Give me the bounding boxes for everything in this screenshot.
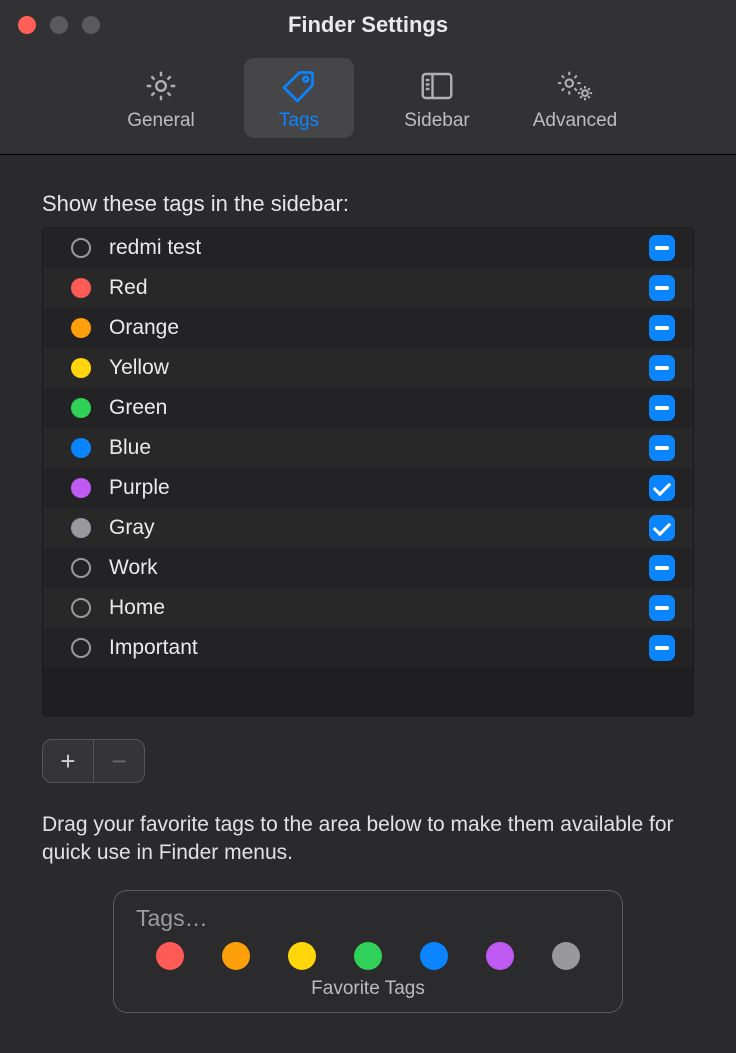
tab-advanced[interactable]: Advanced — [520, 58, 630, 138]
tag-color-swatch — [71, 318, 91, 338]
tab-tags[interactable]: Tags — [244, 58, 354, 138]
tag-name-label: Home — [109, 596, 649, 620]
tag-name-label: Green — [109, 396, 649, 420]
tag-color-swatch — [71, 238, 91, 258]
tag-name-label: Important — [109, 636, 649, 660]
tag-name-label: Orange — [109, 316, 649, 340]
show-in-sidebar-checkbox[interactable] — [649, 635, 675, 661]
favorite-tags-well[interactable]: Tags… Favorite Tags — [113, 890, 623, 1013]
tag-row[interactable]: Yellow — [43, 348, 693, 388]
tag-name-label: Purple — [109, 476, 649, 500]
tag-name-label: Yellow — [109, 356, 649, 380]
favorite-tag-dot[interactable] — [486, 942, 514, 970]
show-in-sidebar-checkbox[interactable] — [649, 595, 675, 621]
tag-color-swatch — [71, 438, 91, 458]
tag-row[interactable]: Green — [43, 388, 693, 428]
show-in-sidebar-checkbox[interactable] — [649, 435, 675, 461]
show-in-sidebar-checkbox[interactable] — [649, 355, 675, 381]
tag-name-label: Red — [109, 276, 649, 300]
tag-list[interactable]: redmi test Red Orange Yellow Green Blue Purple… — [42, 227, 694, 717]
favorite-tag-dot[interactable] — [156, 942, 184, 970]
section-label: Show these tags in the sidebar: — [42, 191, 694, 217]
tag-row[interactable]: Orange — [43, 308, 693, 348]
tag-row[interactable]: Red — [43, 268, 693, 308]
tab-label: General — [127, 110, 195, 132]
tab-general[interactable]: General — [106, 58, 216, 138]
favorite-tag-dot[interactable] — [288, 942, 316, 970]
close-window-button[interactable] — [18, 16, 36, 34]
show-in-sidebar-checkbox[interactable] — [649, 395, 675, 421]
tag-row[interactable]: Purple — [43, 468, 693, 508]
tag-name-label: Gray — [109, 516, 649, 540]
tag-name-label: Work — [109, 556, 649, 580]
gear-icon — [141, 66, 181, 106]
settings-toolbar: General Tags Sidebar — [0, 50, 736, 155]
favorites-hint: Drag your favorite tags to the area belo… — [42, 811, 694, 868]
favorite-tag-dot[interactable] — [552, 942, 580, 970]
tag-name-label: redmi test — [109, 236, 649, 260]
zoom-window-button[interactable] — [82, 16, 100, 34]
gears-icon — [555, 66, 595, 106]
tag-row[interactable]: redmi test — [43, 228, 693, 268]
tag-icon — [279, 66, 319, 106]
sidebar-icon — [417, 66, 457, 106]
window-title: Finder Settings — [0, 12, 736, 38]
tag-row[interactable]: Important — [43, 628, 693, 668]
tag-color-swatch — [71, 398, 91, 418]
show-in-sidebar-checkbox[interactable] — [649, 515, 675, 541]
favorites-caption: Favorite Tags — [136, 978, 600, 1000]
show-in-sidebar-checkbox[interactable] — [649, 315, 675, 341]
remove-tag-button[interactable]: − — [94, 740, 144, 782]
tag-color-swatch — [71, 478, 91, 498]
show-in-sidebar-checkbox[interactable] — [649, 275, 675, 301]
show-in-sidebar-checkbox[interactable] — [649, 235, 675, 261]
favorite-tag-dot[interactable] — [222, 942, 250, 970]
tag-color-swatch — [71, 558, 91, 578]
tab-label: Advanced — [533, 110, 618, 132]
tag-color-swatch — [71, 598, 91, 618]
tag-row[interactable]: Home — [43, 588, 693, 628]
titlebar: Finder Settings — [0, 0, 736, 50]
tab-sidebar[interactable]: Sidebar — [382, 58, 492, 138]
tag-color-swatch — [71, 278, 91, 298]
window-controls — [0, 16, 100, 34]
favorite-tags-row — [136, 942, 600, 970]
show-in-sidebar-checkbox[interactable] — [649, 555, 675, 581]
tag-name-label: Blue — [109, 436, 649, 460]
minimize-window-button[interactable] — [50, 16, 68, 34]
tag-row[interactable]: Gray — [43, 508, 693, 548]
show-in-sidebar-checkbox[interactable] — [649, 475, 675, 501]
favorites-title: Tags… — [136, 905, 600, 932]
favorite-tag-dot[interactable] — [354, 942, 382, 970]
tag-color-swatch — [71, 638, 91, 658]
tab-label: Sidebar — [404, 110, 470, 132]
add-remove-control: + − — [42, 739, 145, 783]
tag-row[interactable]: Blue — [43, 428, 693, 468]
add-tag-button[interactable]: + — [43, 740, 93, 782]
tab-label: Tags — [279, 110, 319, 132]
tags-pane: Show these tags in the sidebar: redmi te… — [0, 155, 736, 1053]
tag-color-swatch — [71, 518, 91, 538]
tag-color-swatch — [71, 358, 91, 378]
favorite-tag-dot[interactable] — [420, 942, 448, 970]
tag-row[interactable]: Work — [43, 548, 693, 588]
